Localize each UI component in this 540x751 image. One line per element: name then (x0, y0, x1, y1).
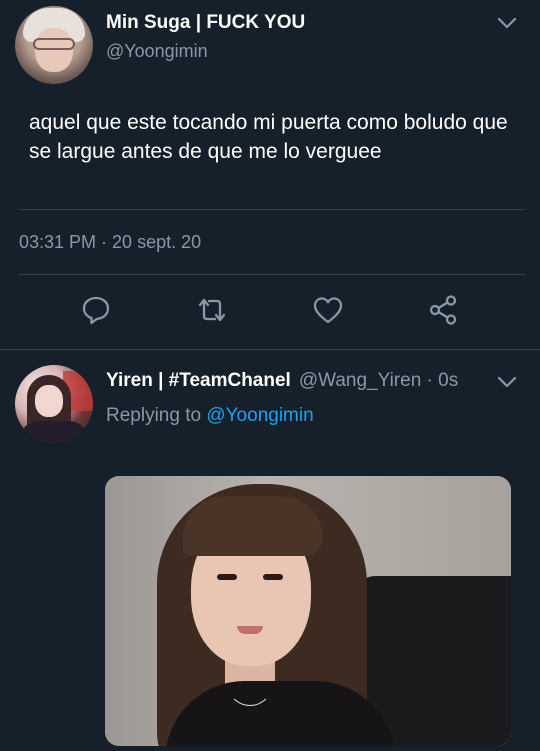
media-mouth (237, 626, 263, 634)
reply-button[interactable] (79, 295, 113, 329)
avatar-glasses (33, 38, 75, 50)
retweet-icon (195, 294, 229, 331)
divider (19, 274, 525, 275)
media-eye (217, 574, 237, 580)
media-eye (263, 574, 283, 580)
replying-prefix: Replying to (106, 405, 202, 426)
reply-media-image[interactable] (105, 476, 511, 746)
chevron-down-icon[interactable] (497, 17, 517, 31)
avatar-face (35, 28, 73, 72)
author-display-name[interactable]: Min Suga | FUCK YOU (106, 12, 305, 34)
avatar-body (19, 421, 89, 443)
divider (19, 209, 525, 210)
retweet-button[interactable] (195, 295, 229, 329)
author-avatar[interactable] (15, 6, 93, 84)
reply-author-avatar[interactable] (15, 365, 93, 443)
reply-author-meta[interactable]: @Wang_Yiren · 0s (299, 370, 458, 391)
reply-icon (80, 294, 112, 331)
author-handle[interactable]: @Yoongimin (106, 41, 208, 62)
replying-to: Replying to @Yoongimin (106, 405, 314, 427)
media-bangs (183, 496, 323, 556)
like-button[interactable] (311, 295, 345, 329)
tweet-thread: Min Suga | FUCK YOU @Yoongimin aquel que… (0, 0, 540, 751)
avatar-face (35, 385, 63, 417)
tweet-text: aquel que este tocando mi puerta como bo… (29, 111, 508, 163)
reply-author-name[interactable]: Yiren | #TeamChanel (106, 370, 291, 391)
share-button[interactable] (426, 294, 460, 331)
reply-header: Yiren | #TeamChanel @Wang_Yiren · 0s (106, 370, 458, 392)
section-divider (0, 349, 540, 350)
tweet-timestamp[interactable]: 03:31 PM · 20 sept. 20 (19, 232, 201, 253)
share-icon (427, 294, 459, 331)
chevron-down-icon[interactable] (497, 376, 517, 390)
main-tweet[interactable]: Min Suga | FUCK YOU @Yoongimin aquel que… (0, 0, 540, 350)
replying-mention-link[interactable]: @Yoongimin (206, 405, 313, 426)
like-icon (312, 294, 344, 331)
